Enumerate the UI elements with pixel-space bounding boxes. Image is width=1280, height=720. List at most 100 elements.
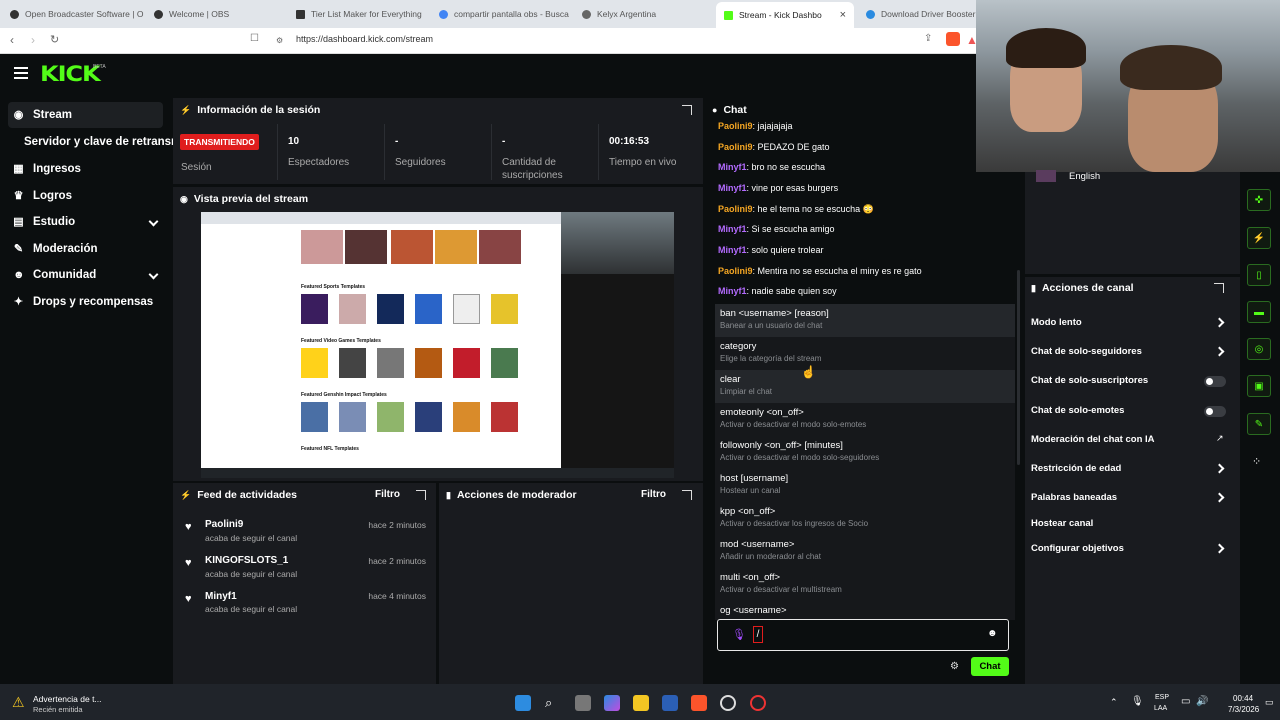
file-explorer-icon[interactable] xyxy=(633,695,649,711)
feed-item-name[interactable]: KINGOFSLOTS_1 xyxy=(205,555,288,566)
tray-mic-icon[interactable]: 🎙 xyxy=(1131,696,1144,707)
reload-icon[interactable]: ↻ xyxy=(50,33,59,46)
chat-send-button[interactable]: Chat xyxy=(971,657,1009,676)
toggle-switch[interactable] xyxy=(1204,376,1226,387)
chat-username[interactable]: Paolini9 xyxy=(718,204,753,214)
channel-action-6[interactable]: Restricción de edad xyxy=(1031,463,1121,474)
rail-mod-icon[interactable]: ▣ xyxy=(1247,375,1271,397)
chat-username[interactable]: Minyf1 xyxy=(718,286,747,296)
kick-logo[interactable]: KICK xyxy=(40,62,101,86)
browser-tab[interactable]: Welcome | OBS xyxy=(146,4,286,24)
channel-action-3[interactable]: Chat de solo-suscriptores xyxy=(1031,375,1148,386)
notifications-icon[interactable]: ▭ xyxy=(1265,697,1274,708)
browser-tab[interactable]: Open Broadcaster Software | O xyxy=(2,4,145,24)
expand-icon[interactable] xyxy=(682,490,692,500)
url-field[interactable]: https://dashboard.kick.com/stream xyxy=(296,34,433,44)
external-link-icon[interactable]: ↗ xyxy=(1216,433,1224,444)
channel-action-2[interactable]: Chat de solo-seguidores xyxy=(1031,346,1142,357)
site-info-icon[interactable]: ⚙ xyxy=(276,36,283,45)
command-suggestion[interactable]: clear Limpiar el chat xyxy=(715,370,1015,403)
browser-tab[interactable]: Download Driver Booster xyxy=(858,4,976,24)
chat-input-value[interactable]: / xyxy=(753,626,763,643)
store-icon[interactable] xyxy=(662,695,678,711)
network-icon[interactable]: ▭ xyxy=(1181,696,1190,707)
sidebar-item-drops[interactable]: ✦ Drops y recompensas xyxy=(8,289,163,315)
lang-indicator-top[interactable]: ESP xyxy=(1155,694,1169,701)
browser-tab[interactable]: Kelyx Argentina xyxy=(574,4,716,24)
channel-action-1[interactable]: Modo lento xyxy=(1031,317,1082,328)
browser-tab-active[interactable]: Stream - Kick Dashbo × xyxy=(716,2,854,28)
rail-settings-icon[interactable]: ✜ xyxy=(1247,189,1271,211)
sidebar-item-stream[interactable]: ◉ Stream xyxy=(8,102,163,128)
sidebar-item-estudio[interactable]: ▤ Estudio xyxy=(8,209,163,235)
expand-icon[interactable] xyxy=(1214,283,1224,293)
browser-tab[interactable]: compartir pantalla obs - Busca xyxy=(431,4,573,24)
rail-apps-icon[interactable]: ⁘ xyxy=(1252,455,1261,468)
bookmark-icon[interactable]: ☐ xyxy=(250,33,259,44)
sidebar-item-server-key[interactable]: Servidor y clave de retransm xyxy=(19,129,179,155)
taskbar-time[interactable]: 00:44 xyxy=(1233,694,1253,703)
notification-title[interactable]: Advertencia de t... xyxy=(33,694,102,704)
emoji-icon[interactable]: ☻ xyxy=(987,628,998,639)
rail-chat-icon[interactable]: ▬ xyxy=(1247,301,1271,323)
brave-icon[interactable] xyxy=(691,695,707,711)
rail-bolt-icon[interactable]: ⚡ xyxy=(1247,227,1271,249)
browser-tab[interactable]: Tier List Maker for Everything xyxy=(288,4,430,24)
feed-filter-button[interactable]: Filtro xyxy=(375,489,400,500)
chevron-down-icon[interactable] xyxy=(148,269,159,280)
expand-icon[interactable] xyxy=(416,490,426,500)
feed-item-name[interactable]: Paolini9 xyxy=(205,519,243,530)
channel-action-7[interactable]: Palabras baneadas xyxy=(1031,492,1117,503)
microphone-icon[interactable]: 🎙 xyxy=(732,628,746,641)
chat-scrollbar[interactable] xyxy=(1017,270,1020,465)
feed-item-name[interactable]: Minyf1 xyxy=(205,591,237,602)
sidebar-item-ingresos[interactable]: ▦ Ingresos xyxy=(8,156,163,182)
chat-username[interactable]: Minyf1 xyxy=(718,224,747,234)
command-suggestion[interactable]: ban <username> [reason] Banear a un usuar… xyxy=(715,304,1015,337)
obs-taskbar-icon[interactable] xyxy=(720,695,736,711)
channel-action-4[interactable]: Chat de solo-emotes xyxy=(1031,405,1124,416)
sidebar-item-comunidad[interactable]: ☻ Comunidad xyxy=(8,262,163,288)
chat-username[interactable]: Minyf1 xyxy=(718,245,747,255)
tray-chevron-icon[interactable]: ⌃ xyxy=(1110,697,1118,708)
command-suggestion[interactable]: multi <on_off> Activar o desactivar el mu… xyxy=(715,568,1015,601)
share-icon[interactable]: ⇪ xyxy=(924,33,932,44)
chevron-down-icon[interactable] xyxy=(148,216,159,227)
start-icon[interactable] xyxy=(515,695,531,711)
stream-preview-video[interactable]: Featured Sports Templates Featured Video… xyxy=(201,212,674,478)
rail-document-icon[interactable]: ▯ xyxy=(1247,264,1271,286)
command-suggestion[interactable]: category Elige la categoría del stream xyxy=(715,337,1015,370)
channel-action-8[interactable]: Hostear canal xyxy=(1031,518,1093,529)
command-suggestion[interactable]: followonly <on_off> [minutes] Activar o d… xyxy=(715,436,1015,469)
chat-username[interactable]: Paolini9 xyxy=(718,121,753,131)
forward-icon[interactable]: › xyxy=(31,33,35,47)
chat-username[interactable]: Paolini9 xyxy=(718,266,753,276)
copilot-icon[interactable] xyxy=(604,695,620,711)
channel-action-9[interactable]: Configurar objetivos xyxy=(1031,543,1124,554)
expand-icon[interactable] xyxy=(682,105,692,115)
back-icon[interactable]: ‹ xyxy=(10,33,14,47)
chat-username[interactable]: Paolini9 xyxy=(718,142,753,152)
recording-icon[interactable] xyxy=(750,695,766,711)
task-view-icon[interactable] xyxy=(575,695,591,711)
search-icon[interactable]: ⌕ xyxy=(545,695,561,711)
brave-shield-icon[interactable] xyxy=(946,32,960,46)
language-label[interactable]: English xyxy=(1069,171,1100,182)
chat-username[interactable]: Minyf1 xyxy=(718,162,747,172)
command-suggestion[interactable]: emoteonly <on_off> Activar o desactivar e… xyxy=(715,403,1015,436)
command-suggestion[interactable]: host [username] Hostear un canal xyxy=(715,469,1015,502)
chat-input[interactable]: 🎙 / ☻ xyxy=(717,619,1009,651)
sidebar-item-moderacion[interactable]: ✎ Moderación xyxy=(8,236,163,262)
volume-icon[interactable]: 🔊 xyxy=(1196,696,1208,707)
channel-action-5[interactable]: Moderación del chat con IA xyxy=(1031,434,1155,445)
menu-icon[interactable] xyxy=(14,67,28,79)
chat-settings-icon[interactable]: ⚙ xyxy=(950,661,959,672)
toggle-switch[interactable] xyxy=(1204,406,1226,417)
rail-wrench-icon[interactable]: ✎ xyxy=(1247,413,1271,435)
chat-username[interactable]: Minyf1 xyxy=(718,183,747,193)
mod-filter-button[interactable]: Filtro xyxy=(641,489,666,500)
sidebar-item-logros[interactable]: ♛ Logros xyxy=(8,183,163,209)
close-tab-icon[interactable]: × xyxy=(840,9,846,21)
rail-broadcast-icon[interactable]: ◎ xyxy=(1247,338,1271,360)
command-suggestion[interactable]: mod <username> Añadir un moderador al cha… xyxy=(715,535,1015,568)
